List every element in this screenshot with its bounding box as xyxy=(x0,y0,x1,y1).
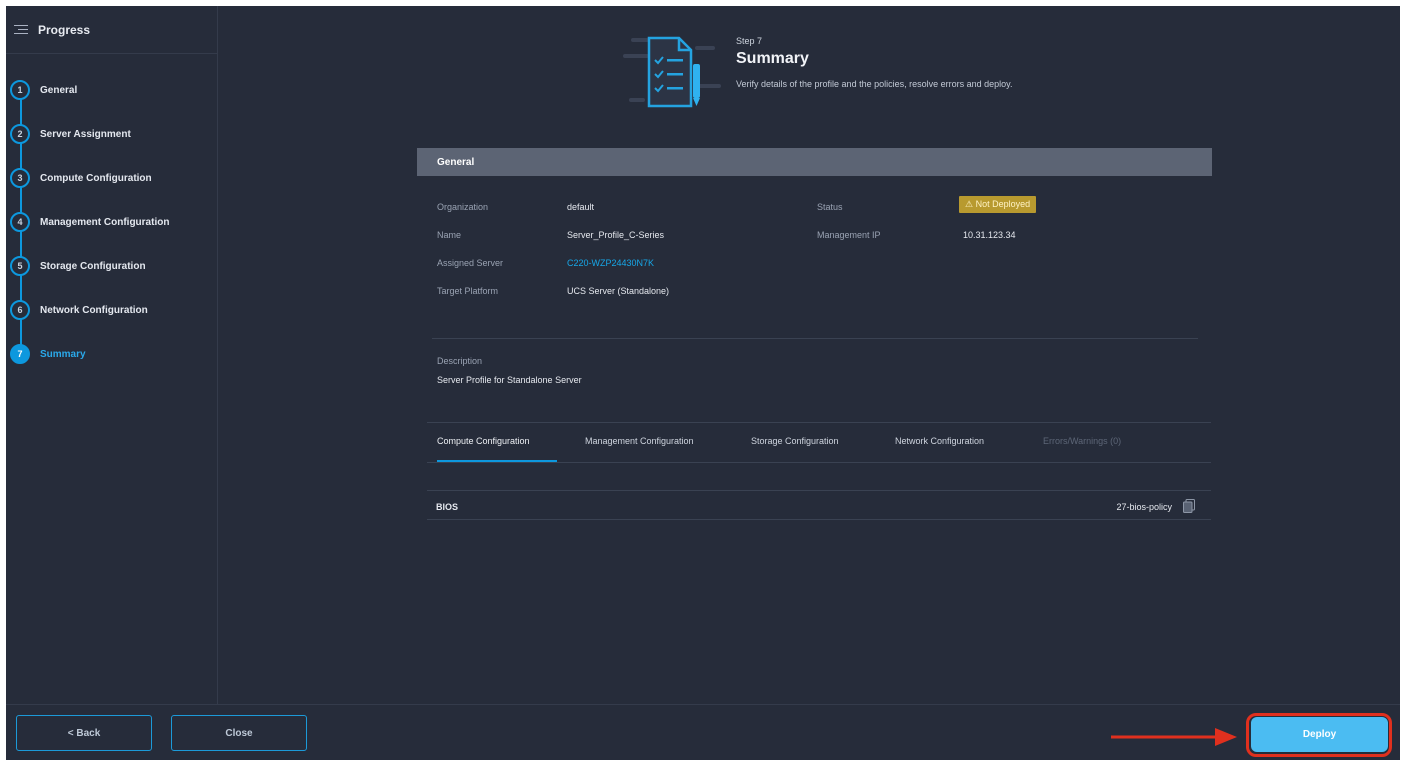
wizard-window: Progress 1 General 2 Server Assignment 3… xyxy=(6,6,1400,760)
section-divider xyxy=(432,338,1198,339)
tab-errors-warnings[interactable]: Errors/Warnings (0) xyxy=(1043,436,1121,446)
step-number: 6 xyxy=(10,300,30,320)
page-title: Summary xyxy=(736,50,809,67)
tab-storage-configuration[interactable]: Storage Configuration xyxy=(751,436,839,446)
step-number: 5 xyxy=(10,256,30,276)
step-label: Compute Configuration xyxy=(40,172,152,184)
list-icon[interactable] xyxy=(14,24,28,36)
name-value: Server_Profile_C-Series xyxy=(567,230,665,240)
step-label: Summary xyxy=(40,348,86,360)
section-title: General xyxy=(437,156,475,168)
assigned-server-label: Assigned Server xyxy=(437,258,504,268)
step-label: Storage Configuration xyxy=(40,260,146,272)
description-value: Server Profile for Standalone Server xyxy=(437,375,582,385)
sidebar-header: Progress xyxy=(6,6,217,54)
step-number: 7 xyxy=(10,344,30,364)
tab-network-configuration[interactable]: Network Configuration xyxy=(895,436,984,446)
sidebar-title: Progress xyxy=(38,22,91,37)
step-number: 1 xyxy=(10,80,30,100)
step-number: 3 xyxy=(10,168,30,188)
step-server-assignment[interactable]: 2 Server Assignment xyxy=(10,122,131,146)
checklist-document-icon xyxy=(623,36,721,108)
step-label: Network Configuration xyxy=(40,304,148,316)
step-general[interactable]: 1 General xyxy=(10,78,77,102)
policy-type-label: BIOS xyxy=(436,502,459,512)
step-label: Management Configuration xyxy=(40,216,170,228)
summary-panel: Step 7 Summary Verify details of the pro… xyxy=(219,6,1400,704)
back-button[interactable]: < Back xyxy=(16,715,152,751)
tabs-baseline xyxy=(427,462,1211,463)
status-badge: ⚠ Not Deployed xyxy=(959,196,1037,213)
management-ip-value: 10.31.123.34 xyxy=(963,230,1016,240)
tab-management-configuration[interactable]: Management Configuration xyxy=(585,436,694,446)
deploy-button[interactable]: Deploy xyxy=(1251,717,1388,752)
step-number-label: Step 7 xyxy=(736,36,763,46)
organization-value: default xyxy=(567,202,595,212)
step-label: General xyxy=(40,84,78,96)
management-ip-label: Management IP xyxy=(817,230,881,240)
step-summary[interactable]: 7 Summary xyxy=(10,342,86,366)
assigned-server-link[interactable]: C220-WZP24430N7K xyxy=(567,258,654,268)
step-number: 2 xyxy=(10,124,30,144)
target-platform-value: UCS Server (Standalone) xyxy=(567,286,670,296)
step-management-configuration[interactable]: 4 Management Configuration xyxy=(10,210,169,234)
name-label: Name xyxy=(437,230,462,240)
general-section-header: General xyxy=(417,148,1212,176)
status-label: Status xyxy=(817,202,843,212)
policy-name: 27-bios-policy xyxy=(1116,502,1172,512)
policy-row-bios: BIOS 27-bios-policy xyxy=(427,490,1211,520)
wizard-footer: < Back Close Deploy xyxy=(6,704,1400,760)
target-platform-label: Target Platform xyxy=(437,286,499,296)
step-storage-configuration[interactable]: 5 Storage Configuration xyxy=(10,254,146,278)
description-label: Description xyxy=(437,356,483,366)
tab-compute-configuration[interactable]: Compute Configuration xyxy=(437,436,530,446)
step-number: 4 xyxy=(10,212,30,232)
step-network-configuration[interactable]: 6 Network Configuration xyxy=(10,298,148,322)
step-compute-configuration[interactable]: 3 Compute Configuration xyxy=(10,166,152,190)
page-description: Verify details of the profile and the po… xyxy=(736,79,1013,89)
step-label: Server Assignment xyxy=(40,128,131,140)
arrow-right-icon xyxy=(1111,728,1237,746)
section-divider xyxy=(427,422,1211,423)
copy-icon[interactable] xyxy=(1183,499,1195,513)
organization-label: Organization xyxy=(437,202,489,212)
progress-sidebar: Progress 1 General 2 Server Assignment 3… xyxy=(6,6,218,704)
close-button[interactable]: Close xyxy=(171,715,307,751)
